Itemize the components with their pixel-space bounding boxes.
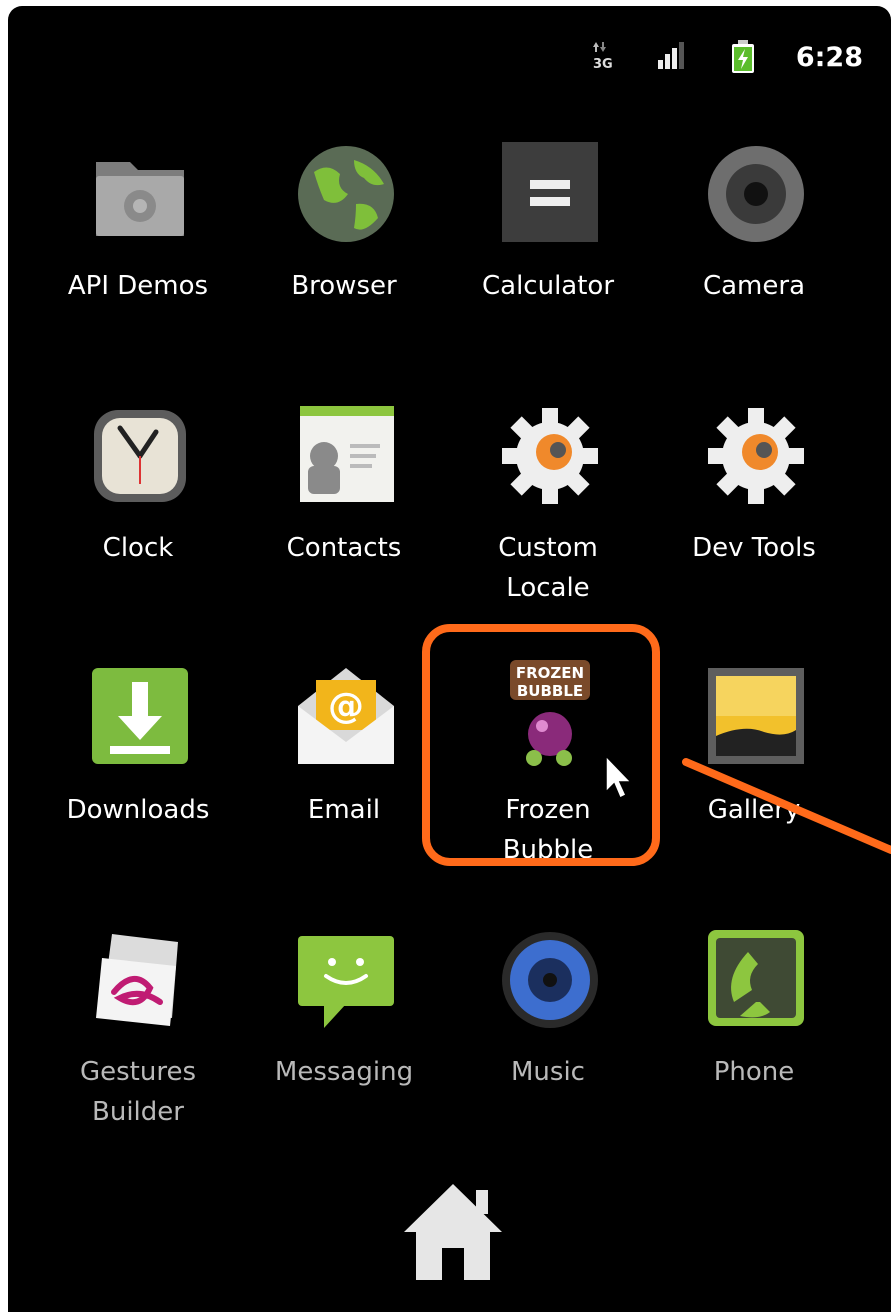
app-label: Downloads <box>66 795 210 825</box>
app-label: Camera <box>702 271 806 301</box>
clock-icon <box>88 404 192 508</box>
svg-text:@: @ <box>328 686 364 727</box>
app-label: Gallery <box>707 795 801 825</box>
app-label: Messaging <box>274 1057 414 1087</box>
camera-lens-icon <box>704 142 808 246</box>
speaker-icon <box>498 928 602 1032</box>
picture-frame-icon <box>704 666 808 770</box>
app-label: Calculator <box>481 271 615 301</box>
app-label: Phone <box>713 1057 795 1087</box>
network-type-label: 3G <box>593 57 613 72</box>
data-arrows-3g-icon: 3G <box>592 40 616 76</box>
envelope-at-icon: @ <box>294 666 398 770</box>
folder-gear-icon <box>88 142 192 246</box>
status-bar: 3G 6:28 <box>8 6 891 106</box>
app-label: Email <box>307 795 381 825</box>
home-icon[interactable] <box>398 1176 508 1286</box>
calculator-icon <box>498 142 602 246</box>
phone-handset-icon <box>704 928 808 1032</box>
gear-icon <box>498 404 602 508</box>
battery-charging-icon <box>730 40 756 78</box>
frozen-bubble-highlight <box>422 624 660 866</box>
app-label: Browser <box>291 271 397 301</box>
signal-bars-icon <box>656 40 690 74</box>
app-label: Custom Locale <box>498 533 598 603</box>
app-label: Music <box>511 1057 585 1087</box>
app-label: Dev Tools <box>692 533 816 563</box>
gear-icon <box>704 404 808 508</box>
status-clock: 6:28 <box>795 42 863 73</box>
globe-icon <box>294 142 398 246</box>
contacts-book-icon <box>294 404 398 508</box>
app-label: API Demos <box>67 271 209 301</box>
app-label: Gestures Builder <box>79 1057 197 1127</box>
app-label: Clock <box>102 533 174 563</box>
download-arrow-icon <box>88 666 192 770</box>
chat-bubble-icon <box>294 928 398 1032</box>
app-label: Contacts <box>286 533 402 563</box>
gestures-pad-icon <box>88 928 192 1032</box>
